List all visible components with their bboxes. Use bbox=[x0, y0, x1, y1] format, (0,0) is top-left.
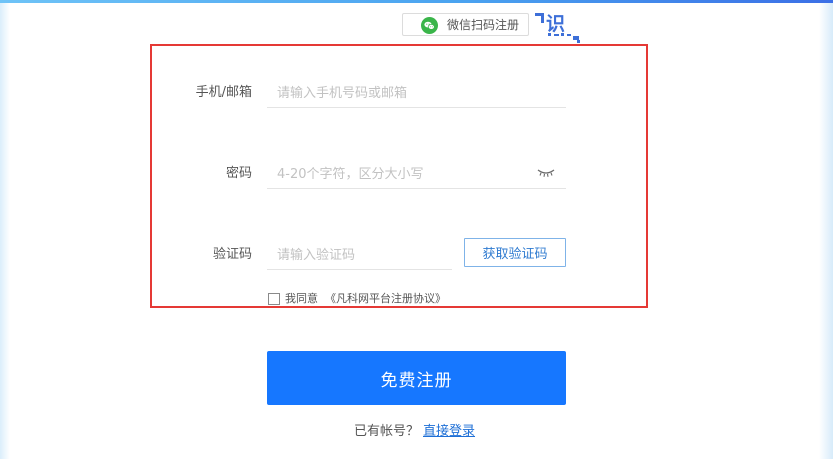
have-account-text: 已有帐号？ bbox=[354, 424, 420, 439]
captcha-label: 验证码 bbox=[212, 247, 252, 262]
login-link[interactable]: 直接登录 bbox=[423, 423, 475, 440]
password-input[interactable] bbox=[267, 161, 566, 189]
phone-email-label: 手机/邮箱 bbox=[195, 85, 252, 100]
free-register-button[interactable]: 免费注册 bbox=[267, 351, 566, 405]
left-edge-shadow bbox=[0, 3, 10, 459]
eye-closed-icon[interactable] bbox=[537, 168, 555, 178]
wechat-scan-label: 微信扫码注册 bbox=[447, 18, 520, 32]
wechat-icon bbox=[421, 17, 438, 34]
right-edge-shadow bbox=[819, 3, 833, 459]
qr-corner-glyph: 识 bbox=[546, 13, 565, 35]
agreement-link[interactable]: 《凡科网平台注册协议》 bbox=[325, 291, 446, 306]
top-gradient-bar bbox=[0, 0, 833, 3]
password-label: 密码 bbox=[225, 166, 252, 181]
captcha-input[interactable] bbox=[267, 242, 452, 270]
agreement-prefix: 我同意 bbox=[285, 292, 318, 305]
phone-email-input[interactable] bbox=[267, 80, 566, 108]
agreement-checkbox[interactable] bbox=[268, 293, 280, 305]
get-code-button[interactable]: 获取验证码 bbox=[464, 238, 566, 267]
wechat-scan-register-tag[interactable]: 微信扫码注册 bbox=[402, 13, 529, 36]
